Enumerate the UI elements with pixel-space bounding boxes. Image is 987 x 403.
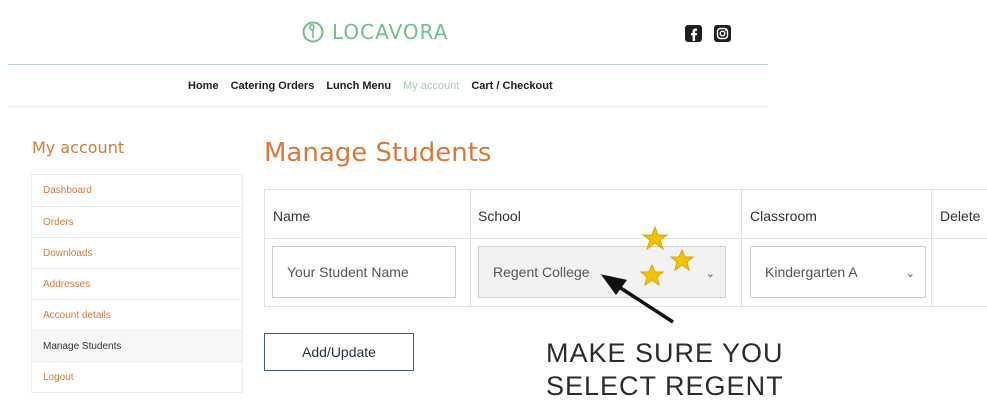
locavora-logo-icon <box>302 21 324 43</box>
nav-catering-orders[interactable]: Catering Orders <box>231 80 315 92</box>
sidebar-item-dashboard[interactable]: Dashboard <box>32 175 242 206</box>
column-header-name: Name <box>273 208 311 224</box>
classroom-select[interactable]: Kindergarten A ⌄ <box>750 246 926 298</box>
page-title: Manage Students <box>264 138 492 168</box>
annotation-text: MAKE SURE YOU SELECT REGENT <box>546 338 784 401</box>
sidebar-item-downloads[interactable]: Downloads <box>32 237 242 268</box>
instagram-icon[interactable] <box>714 25 731 42</box>
annotation-overlay <box>600 225 695 324</box>
nav-cart-checkout[interactable]: Cart / Checkout <box>471 80 552 92</box>
chevron-down-icon: ⌄ <box>905 268 915 280</box>
logo-text: LOCAVORA <box>332 20 449 44</box>
facebook-icon[interactable] <box>685 25 702 42</box>
column-divider <box>470 190 471 307</box>
column-divider <box>741 190 742 307</box>
student-name-input[interactable]: Your Student Name <box>272 246 456 298</box>
account-sidebar: Dashboard Orders Downloads Addresses Acc… <box>31 174 243 393</box>
column-header-school: School <box>478 208 521 224</box>
star-doodle-icon <box>639 263 665 287</box>
nav-divider <box>8 106 768 107</box>
nav-my-account[interactable]: My account <box>403 80 459 92</box>
sidebar-item-logout[interactable]: Logout <box>32 361 242 392</box>
column-divider <box>931 190 932 307</box>
column-header-delete: Delete <box>940 208 981 224</box>
sidebar-item-addresses[interactable]: Addresses <box>32 268 242 299</box>
star-doodle-icon <box>669 248 695 272</box>
classroom-select-value: Kindergarten A <box>765 264 858 280</box>
school-select-value: Regent College <box>493 264 590 280</box>
logo[interactable]: LOCAVORA <box>302 20 448 44</box>
header-divider <box>8 64 768 65</box>
sidebar-item-orders[interactable]: Orders <box>32 206 242 237</box>
column-header-classroom: Classroom <box>750 208 817 224</box>
sidebar-title: My account <box>32 138 125 157</box>
nav-lunch-menu[interactable]: Lunch Menu <box>326 80 391 92</box>
sidebar-item-account-details[interactable]: Account details <box>32 299 242 330</box>
sidebar-item-manage-students[interactable]: Manage Students <box>32 330 242 361</box>
nav-home[interactable]: Home <box>188 80 219 92</box>
star-doodle-icon <box>641 225 669 251</box>
main-nav: Home Catering Orders Lunch Menu My accou… <box>188 80 553 92</box>
arrow-icon <box>600 274 674 324</box>
add-update-button[interactable]: Add/Update <box>264 333 414 371</box>
